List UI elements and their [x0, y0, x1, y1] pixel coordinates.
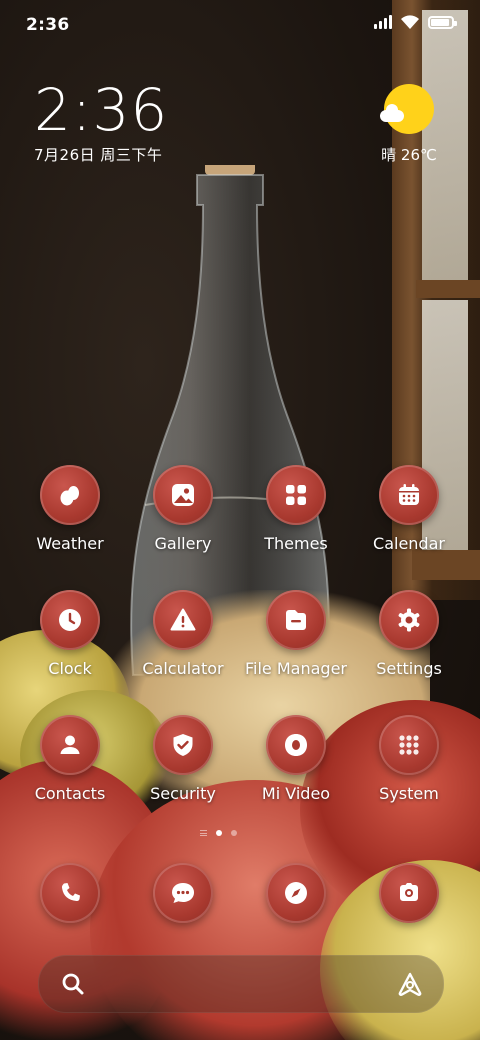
app-label: Gallery [154, 534, 212, 553]
app-settings[interactable]: Settings [354, 590, 464, 678]
page-dot[interactable] [231, 830, 237, 836]
browser-icon [266, 863, 326, 923]
clock-date: 7月26日 周三下午 [34, 146, 163, 164]
clock-time: 2:36 [34, 76, 169, 144]
app-contacts[interactable]: Contacts [15, 715, 125, 803]
app-calendar[interactable]: Calendar [354, 465, 464, 553]
system-folder-icon [379, 715, 439, 775]
battery-icon [428, 15, 457, 29]
wifi-icon [401, 15, 419, 29]
app-label: Mi Video [261, 784, 331, 803]
weather-condition-temp: 晴 26℃ [381, 146, 437, 164]
search-bar[interactable] [38, 955, 444, 1013]
weather-icon [40, 465, 100, 525]
app-gallery[interactable]: Gallery [128, 465, 238, 553]
app-label: System [379, 784, 439, 803]
app-mi-video[interactable]: Mi Video [241, 715, 351, 803]
signal-icon [374, 15, 392, 29]
contacts-icon [40, 715, 100, 775]
mi-video-icon [266, 715, 326, 775]
partly-sunny-icon [380, 84, 434, 134]
dock-phone[interactable] [15, 863, 125, 923]
gallery-icon [153, 465, 213, 525]
battery-fill [431, 18, 449, 26]
app-label: Themes [264, 534, 328, 553]
dock-browser[interactable] [241, 863, 351, 923]
app-label: Contacts [34, 784, 106, 803]
app-clock[interactable]: Clock [15, 590, 125, 678]
weather-widget[interactable]: 晴 26℃ [374, 84, 444, 165]
app-label: Clock [48, 659, 92, 678]
clock-icon [40, 590, 100, 650]
status-icons [374, 14, 457, 30]
app-label: Weather [36, 534, 104, 553]
settings-icon [379, 590, 439, 650]
app-system-folder[interactable]: System [354, 715, 464, 803]
assistant-icon[interactable] [395, 970, 425, 998]
search-icon[interactable] [59, 970, 87, 998]
dock-camera[interactable] [354, 863, 464, 923]
file-manager-icon [266, 590, 326, 650]
app-weather[interactable]: Weather [15, 465, 125, 553]
calculator-icon [153, 590, 213, 650]
page-indicator-feed[interactable] [200, 830, 207, 836]
app-calculator[interactable]: Calculator [128, 590, 238, 678]
camera-icon [379, 863, 439, 923]
app-label: Calendar [373, 534, 445, 553]
messages-icon [153, 863, 213, 923]
app-themes[interactable]: Themes [241, 465, 351, 553]
app-security[interactable]: Security [128, 715, 238, 803]
app-label: File Manager [245, 659, 347, 678]
page-indicator[interactable] [200, 830, 237, 836]
security-icon [153, 715, 213, 775]
app-file-manager[interactable]: File Manager [241, 590, 351, 678]
dock-messages[interactable] [128, 863, 238, 923]
themes-icon [266, 465, 326, 525]
app-label: Calculator [142, 659, 224, 678]
status-bar: 2:36 [0, 0, 480, 50]
app-label: Settings [376, 659, 442, 678]
app-label: Security [150, 784, 216, 803]
clock-widget[interactable]: 2:36 7月26日 周三下午 [34, 80, 168, 165]
phone-icon [40, 863, 100, 923]
calendar-icon [379, 465, 439, 525]
status-time: 2:36 [26, 15, 70, 35]
page-dot-active[interactable] [216, 830, 222, 836]
